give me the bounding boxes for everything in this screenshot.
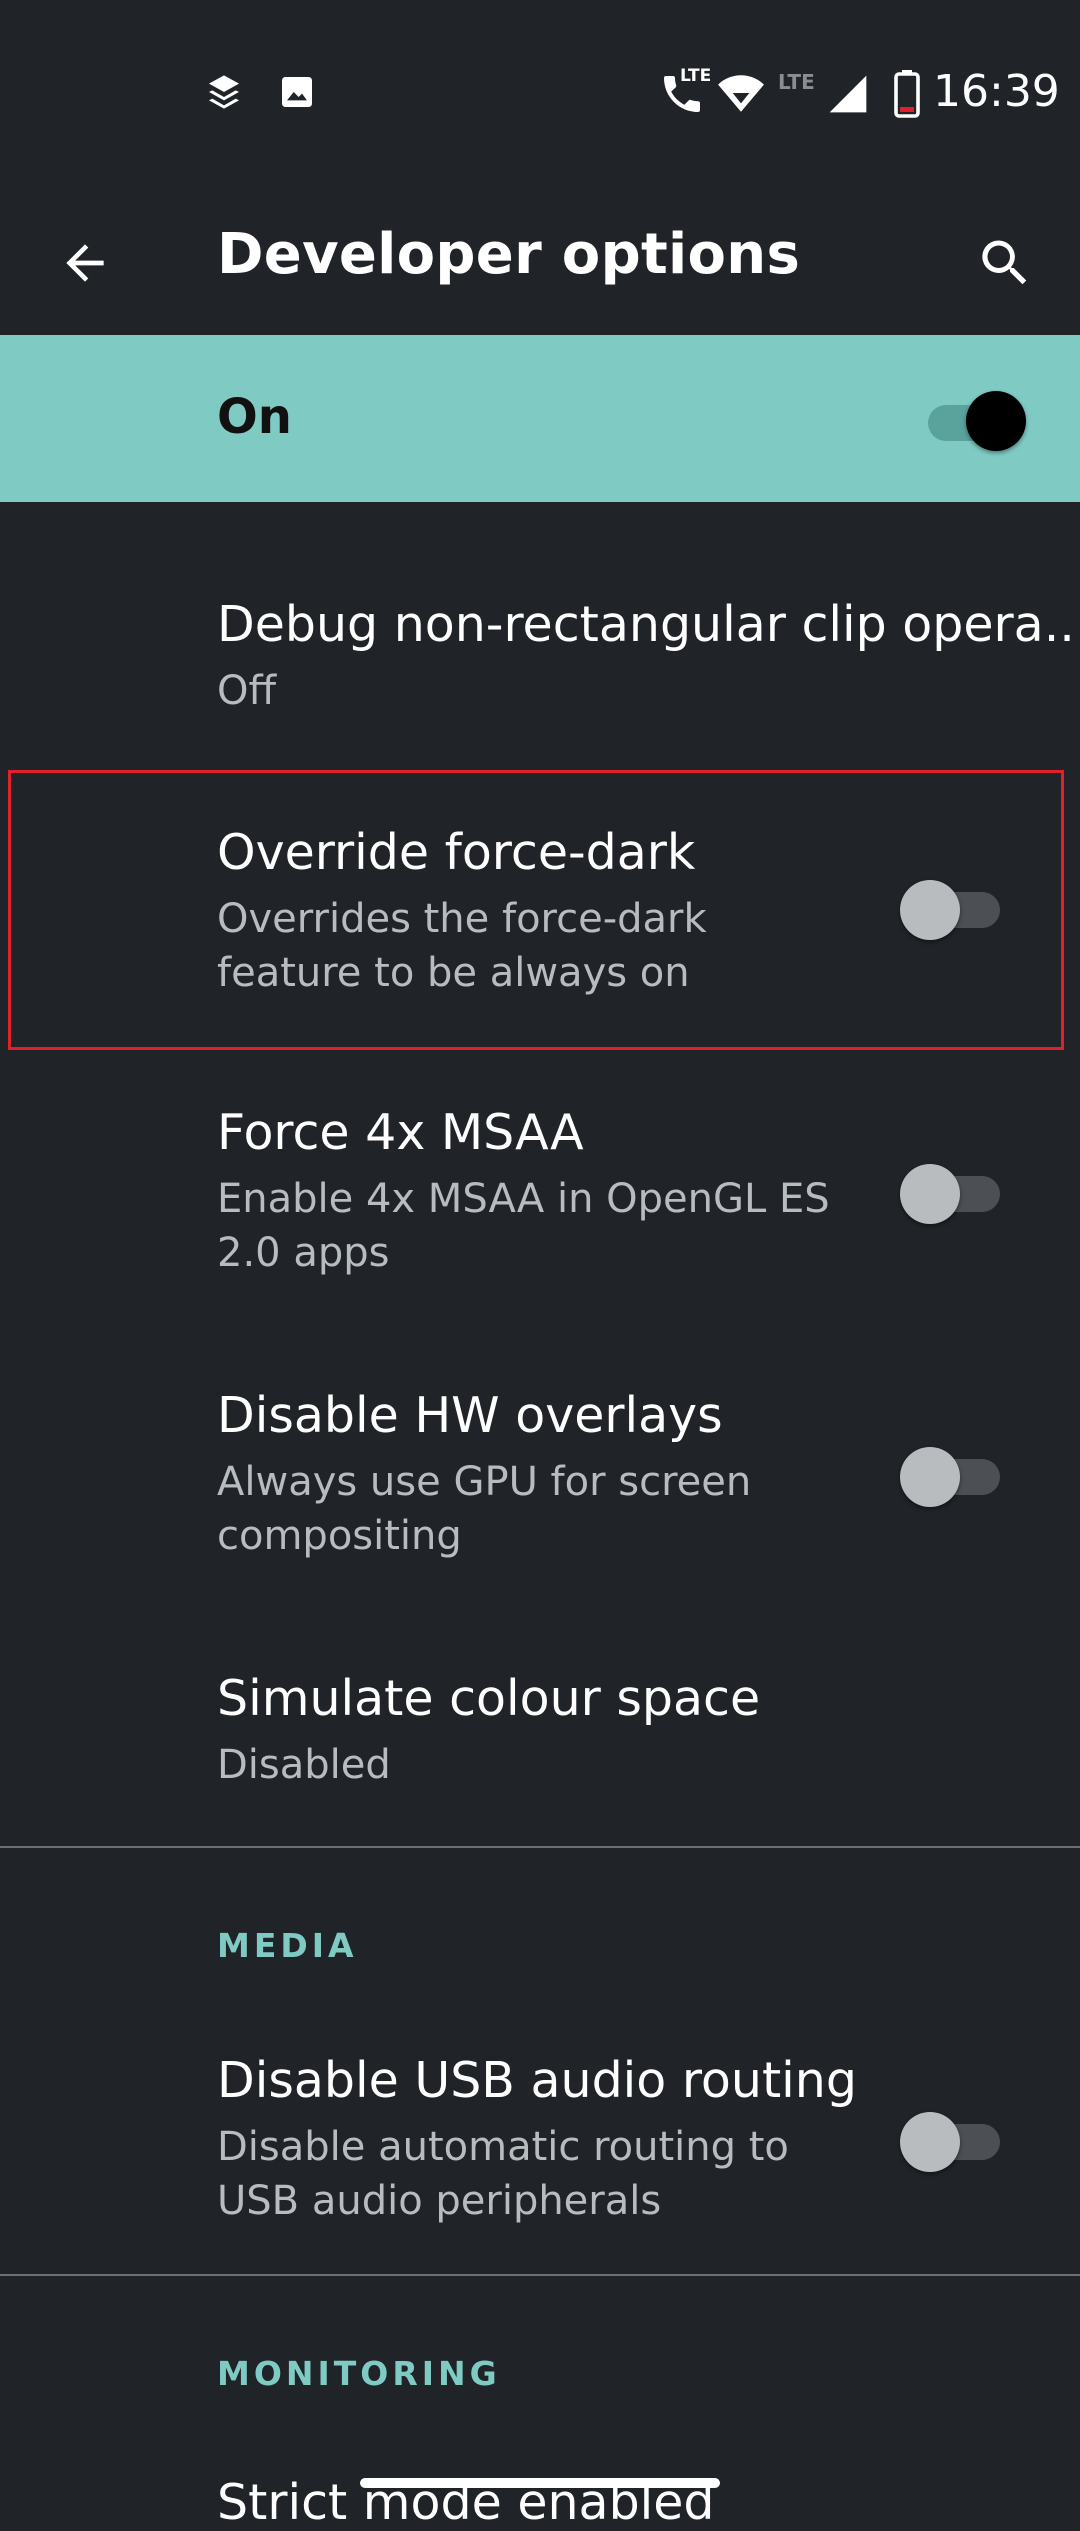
list-item-debug-clip[interactable]: Debug non-rectangular clip opera.. Off	[0, 560, 1080, 760]
layers-icon	[204, 72, 244, 116]
status-bar: LTE LTE 16:39	[0, 0, 1080, 190]
highlight-box	[8, 770, 1064, 1050]
item-summary: Disabled	[217, 1742, 391, 1788]
section-divider	[0, 2274, 1080, 2276]
section-header-monitoring: MONITORING	[217, 2354, 501, 2393]
back-button[interactable]	[40, 220, 130, 310]
search-button[interactable]	[960, 220, 1050, 310]
wifi-icon	[716, 70, 766, 120]
item-title: Simulate colour space	[217, 1670, 761, 1727]
clock: 16:39	[933, 66, 1060, 117]
item-title: Debug non-rectangular clip opera..	[217, 596, 1075, 653]
image-icon	[277, 72, 317, 116]
disable-hw-overlays-toggle[interactable]	[900, 1445, 1004, 1509]
toggle-thumb	[900, 2112, 960, 2172]
item-title: Disable USB audio routing	[217, 2052, 857, 2109]
item-summary: Enable 4x MSAA in OpenGL ES 2.0 apps	[217, 1176, 830, 1276]
disable-usb-audio-routing-toggle[interactable]	[900, 2110, 1004, 2174]
search-icon	[975, 233, 1035, 297]
toggle-thumb	[900, 1164, 960, 1224]
arrow-back-icon	[57, 235, 113, 295]
section-header-media: MEDIA	[217, 1926, 358, 1965]
item-summary: Disable automatic routing to USB audio p…	[217, 2124, 789, 2224]
battery-icon	[894, 70, 920, 122]
list-item-force-msaa[interactable]: Force 4x MSAA Enable 4x MSAA in OpenGL E…	[0, 1060, 1080, 1325]
lte-label: LTE	[680, 66, 712, 86]
list-item-simulate-colour-space[interactable]: Simulate colour space Disabled	[0, 1630, 1080, 1830]
master-switch-label: On	[217, 389, 292, 445]
app-bar: Developer options	[0, 190, 1080, 335]
lte-signal-label: LTE	[778, 70, 815, 94]
item-title: Force 4x MSAA	[217, 1104, 584, 1161]
item-summary: Always use GPU for screen compositing	[217, 1459, 752, 1559]
developer-options-master-switch-bar[interactable]: On	[0, 335, 1080, 502]
master-toggle[interactable]	[924, 387, 1028, 451]
section-divider	[0, 1846, 1080, 1848]
force-msaa-toggle[interactable]	[900, 1162, 1004, 1226]
page-title: Developer options	[217, 222, 801, 287]
list-item-disable-usb-audio-routing[interactable]: Disable USB audio routing Disable automa…	[0, 2010, 1080, 2270]
signal-icon	[826, 72, 870, 120]
gesture-nav-handle[interactable]	[360, 2478, 720, 2488]
list-item-disable-hw-overlays[interactable]: Disable HW overlays Always use GPU for s…	[0, 1345, 1080, 1610]
toggle-thumb	[900, 1447, 960, 1507]
toggle-thumb	[966, 391, 1026, 451]
item-title: Disable HW overlays	[217, 1387, 723, 1444]
item-summary: Off	[217, 668, 277, 714]
